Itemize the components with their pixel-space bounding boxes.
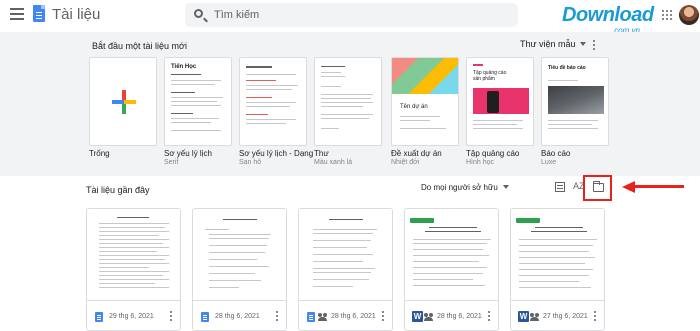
document-card[interactable]: W 27 thg 6, 2021: [510, 208, 605, 331]
dropdown-arrow-icon: [502, 185, 509, 189]
document-footer: W 28 thg 6, 2021: [405, 301, 498, 330]
document-card[interactable]: 28 thg 6, 2021: [298, 208, 393, 331]
word-file-icon: W: [518, 311, 529, 322]
document-thumbnail: [87, 209, 180, 301]
template-report[interactable]: Tiêu đề báo cáo: [541, 57, 609, 146]
template-project-proposal[interactable]: Tên dự án: [391, 57, 459, 146]
template-name: Thư: [314, 149, 329, 158]
document-card[interactable]: 28 thg 6, 2021: [192, 208, 287, 331]
template-name: Sơ yếu lý lịch: [164, 149, 212, 158]
word-file-icon: W: [412, 311, 423, 322]
document-footer: W 27 thg 6, 2021: [511, 301, 604, 330]
company-logo: [516, 218, 540, 223]
pointer-arrow: [622, 181, 684, 193]
main-menu-icon[interactable]: [10, 8, 24, 22]
apps-grid-icon[interactable]: [662, 10, 672, 20]
shared-people-icon: [318, 313, 327, 321]
expand-icon: [579, 42, 586, 46]
document-thumbnail: [193, 209, 286, 301]
document-more-icon[interactable]: [488, 311, 491, 323]
plus-icon: [112, 90, 136, 114]
document-more-icon[interactable]: [382, 311, 385, 323]
document-footer: 29 thg 6, 2021: [87, 301, 180, 330]
folder-icon[interactable]: [593, 181, 604, 192]
template-name: Báo cáo: [541, 149, 571, 158]
recent-documents-heading: Tài liệu gần đây: [86, 185, 150, 195]
template-name: Sơ yếu lý lịch - Dạng: [239, 149, 314, 158]
document-thumbnail: [299, 209, 392, 301]
template-letter[interactable]: [314, 57, 382, 146]
template-thumb-title: Tiến Học: [171, 64, 197, 70]
template-subname: Màu xanh lá: [314, 159, 353, 166]
template-subname: Hình học: [466, 159, 495, 166]
company-logo: [410, 218, 434, 223]
owner-filter-dropdown[interactable]: Do mọi người sở hữu: [421, 183, 509, 192]
google-docs-icon: [201, 312, 209, 322]
template-thumb-title: Tập quảng cáo sản phẩm: [473, 70, 507, 82]
template-subname: San hô: [239, 159, 262, 166]
template-name: Tập quảng cáo: [466, 149, 520, 158]
template-blank[interactable]: [89, 57, 157, 146]
search-bar[interactable]: [185, 3, 518, 27]
template-brochure[interactable]: Tập quảng cáo sản phẩm: [466, 57, 534, 146]
template-subname: Serif: [164, 159, 179, 166]
avatar[interactable]: [679, 5, 699, 25]
template-thumb-title: Tên dự án: [400, 104, 428, 110]
app-title[interactable]: Tài liệu: [52, 6, 100, 23]
template-subname: Luxe: [541, 159, 557, 166]
template-thumb-title: Tiêu đề báo cáo: [548, 65, 586, 71]
more-options-icon[interactable]: [593, 40, 596, 52]
template-resume-serif[interactable]: Tiến Học: [164, 57, 232, 146]
search-icon[interactable]: [194, 9, 203, 18]
document-date: 29 thg 6, 2021: [109, 313, 154, 320]
template-gallery-button[interactable]: Thư viện mẫu: [520, 39, 586, 49]
document-more-icon[interactable]: [594, 311, 597, 323]
template-name: Đề xuất dự án: [391, 149, 442, 158]
search-input[interactable]: [214, 3, 504, 27]
document-card[interactable]: W 28 thg 6, 2021: [404, 208, 499, 331]
shared-people-icon: [424, 313, 433, 321]
watermark-brand: Download: [562, 4, 654, 26]
document-more-icon[interactable]: [276, 311, 279, 323]
document-date: 28 thg 6, 2021: [215, 313, 260, 320]
document-date: 28 thg 6, 2021: [437, 313, 482, 320]
document-card[interactable]: 29 thg 6, 2021: [86, 208, 181, 331]
template-subname: Nhiệt đới: [391, 159, 420, 166]
template-name: Trống: [89, 149, 110, 158]
template-gallery-label: Thư viện mẫu: [520, 39, 576, 49]
document-date: 27 thg 6, 2021: [543, 313, 588, 320]
shared-people-icon: [530, 313, 539, 321]
template-resume-coral[interactable]: [239, 57, 307, 146]
document-thumbnail: [511, 209, 604, 301]
document-more-icon[interactable]: [170, 311, 173, 323]
google-docs-icon: [307, 312, 315, 322]
owner-filter-label: Do mọi người sở hữu: [421, 183, 498, 192]
document-footer: 28 thg 6, 2021: [299, 301, 392, 330]
document-date: 28 thg 6, 2021: [331, 313, 376, 320]
google-docs-icon: [95, 312, 103, 322]
template-gallery: Bắt đầu một tài liệu mới Thư viện mẫu Tr…: [0, 32, 700, 176]
docs-logo-icon[interactable]: [33, 5, 45, 22]
list-view-icon[interactable]: [555, 182, 565, 192]
document-thumbnail: [405, 209, 498, 301]
document-footer: 28 thg 6, 2021: [193, 301, 286, 330]
template-heading: Bắt đầu một tài liệu mới: [92, 41, 187, 51]
